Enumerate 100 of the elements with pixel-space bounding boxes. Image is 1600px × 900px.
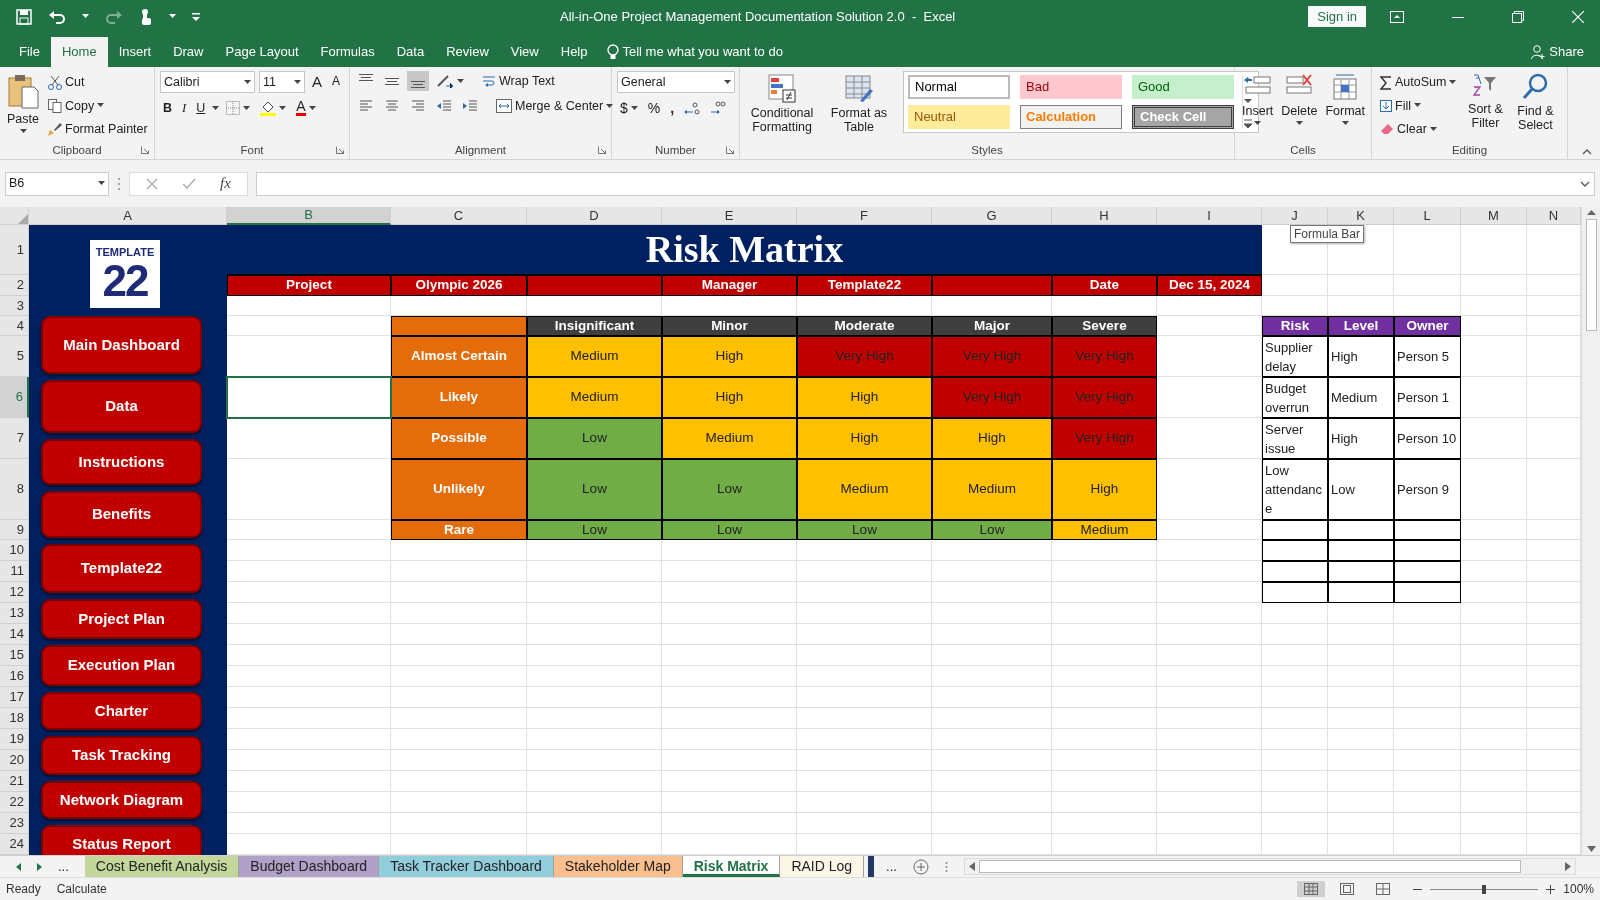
row-header[interactable]: 6	[0, 377, 29, 418]
nav-button[interactable]: Network Diagram	[41, 781, 202, 819]
font-name-dropdown[interactable]: Calibri	[160, 71, 255, 93]
zoom-in-icon[interactable]	[1546, 884, 1556, 894]
font-size-dropdown[interactable]: 11	[259, 71, 305, 93]
column-header[interactable]: A	[29, 207, 227, 225]
zoom-level[interactable]: 100%	[1563, 880, 1594, 898]
format-painter-button[interactable]: Format Painter	[45, 121, 151, 138]
scroll-up-icon[interactable]	[1586, 209, 1596, 215]
vertical-scrollbar[interactable]	[1581, 207, 1600, 855]
row-header[interactable]: 3	[0, 296, 29, 316]
nav-button[interactable]: Charter	[41, 692, 202, 730]
new-sheet-icon[interactable]	[912, 858, 929, 875]
comma-button[interactable]: ,	[667, 99, 678, 118]
conditional-formatting-button[interactable]: Conditional Formatting	[745, 71, 819, 141]
column-header[interactable]: L	[1394, 207, 1461, 225]
dialog-launcher-icon[interactable]	[336, 146, 344, 154]
ribbon-tab[interactable]: Review	[435, 37, 500, 67]
row-header[interactable]: 7	[0, 418, 29, 459]
sheet-tab[interactable]: RAID Log	[780, 856, 865, 877]
row-header[interactable]: 16	[0, 666, 29, 687]
customize-icon[interactable]	[192, 12, 200, 21]
column-header[interactable]: J	[1262, 207, 1328, 225]
currency-button[interactable]: $	[617, 99, 641, 118]
row-header[interactable]: 8	[0, 459, 29, 520]
font-color-button[interactable]: A	[293, 99, 319, 117]
column-header[interactable]: F	[797, 207, 932, 225]
nav-button[interactable]: Instructions	[41, 439, 202, 485]
more-styles-icon[interactable]	[1243, 119, 1253, 129]
shrink-font-button[interactable]: A	[329, 74, 344, 90]
lightbulb-icon[interactable]	[606, 44, 619, 60]
formula-input[interactable]	[255, 171, 1595, 196]
row-header[interactable]: 14	[0, 624, 29, 645]
scroll-down-icon[interactable]	[1586, 846, 1596, 852]
merge-center-button[interactable]: Merge & Center	[493, 97, 617, 115]
row-header[interactable]: 15	[0, 645, 29, 666]
row-header[interactable]: 2	[0, 275, 29, 296]
column-header[interactable]: G	[932, 207, 1052, 225]
horizontal-scrollbar[interactable]	[963, 858, 1576, 875]
row-header[interactable]: 10	[0, 540, 29, 561]
nav-button[interactable]: Main Dashboard	[41, 316, 202, 374]
sheet-tab[interactable]: Cost Benefit Analysis	[84, 856, 240, 877]
column-header[interactable]: M	[1461, 207, 1527, 225]
percent-button[interactable]: %	[644, 99, 664, 118]
ribbon-tab[interactable]: Help	[549, 37, 599, 67]
ribbon-tab[interactable]: Page Layout	[214, 37, 310, 67]
insert-cells-button[interactable]: Insert	[1240, 71, 1276, 141]
row-header[interactable]: 4	[0, 316, 29, 336]
column-header[interactable]: N	[1527, 207, 1581, 225]
column-header[interactable]: D	[527, 207, 662, 225]
grow-font-button[interactable]: A	[309, 72, 325, 92]
name-box[interactable]: B6	[5, 171, 109, 196]
sheet-tab[interactable]: Risk Matrix	[682, 856, 781, 877]
touch-mode-icon[interactable]	[139, 7, 153, 26]
share-button[interactable]: Share	[1549, 42, 1584, 62]
row-header[interactable]: 24	[0, 834, 29, 855]
dialog-launcher-icon[interactable]	[598, 146, 606, 154]
nav-button[interactable]: Status Report	[41, 825, 202, 855]
autosum-button[interactable]: AutoSum	[1377, 74, 1460, 91]
ribbon-tab[interactable]: Data	[385, 37, 436, 67]
sheet-tab[interactable]: Budget Dashboard	[239, 856, 380, 877]
person-icon[interactable]	[1531, 45, 1546, 59]
zoom-slider[interactable]	[1430, 884, 1539, 894]
row-header[interactable]: 11	[0, 561, 29, 582]
row-header[interactable]: 5	[0, 336, 29, 377]
ribbon-tab[interactable]: Formulas	[309, 37, 386, 67]
selected-cell[interactable]	[226, 376, 392, 419]
ribbon-tab[interactable]: View	[499, 37, 550, 67]
underline-button[interactable]: U	[193, 99, 209, 117]
column-header[interactable]: I	[1157, 207, 1262, 225]
column-header[interactable]: B	[227, 207, 391, 225]
cell-style-option[interactable]: Normal	[908, 75, 1010, 99]
italic-button[interactable]: I	[179, 99, 190, 117]
save-icon[interactable]	[16, 8, 32, 25]
dialog-launcher-icon[interactable]	[141, 146, 149, 154]
row-header[interactable]: 1	[0, 225, 29, 275]
row-header[interactable]: 12	[0, 582, 29, 603]
more-sheets-button[interactable]: ...	[886, 856, 897, 877]
row-header[interactable]: 19	[0, 729, 29, 750]
normal-view-button[interactable]	[1297, 881, 1326, 897]
cell-style-option[interactable]: Bad	[1020, 75, 1122, 99]
fill-button[interactable]: Fill	[1377, 97, 1460, 115]
find-select-button[interactable]: Find & Select	[1511, 71, 1560, 141]
nav-button[interactable]: Execution Plan	[41, 645, 202, 686]
column-header[interactable]: K	[1328, 207, 1394, 225]
nav-button[interactable]: Task Tracking	[41, 736, 202, 775]
sheet-tab[interactable]: Task Tracker Dashboard	[379, 856, 554, 877]
sheet-tab[interactable]: Stakeholder Map	[553, 856, 683, 877]
scroll-tabs-right-icon[interactable]	[37, 862, 42, 871]
cell-style-option[interactable]: Neutral	[908, 104, 1010, 129]
ribbon-display-icon[interactable]	[1390, 10, 1404, 23]
nav-button[interactable]: Project Plan	[41, 599, 202, 639]
sign-in-button[interactable]: Sign in	[1308, 5, 1366, 28]
row-header[interactable]: 9	[0, 520, 29, 540]
format-cells-button[interactable]: Format	[1323, 71, 1367, 141]
number-format-dropdown[interactable]: General	[617, 71, 735, 93]
column-header[interactable]: H	[1052, 207, 1157, 225]
dialog-launcher-icon[interactable]	[726, 146, 734, 154]
zoom-slider-thumb[interactable]	[1482, 884, 1487, 894]
wrap-text-button[interactable]: Wrap Text	[479, 72, 558, 90]
